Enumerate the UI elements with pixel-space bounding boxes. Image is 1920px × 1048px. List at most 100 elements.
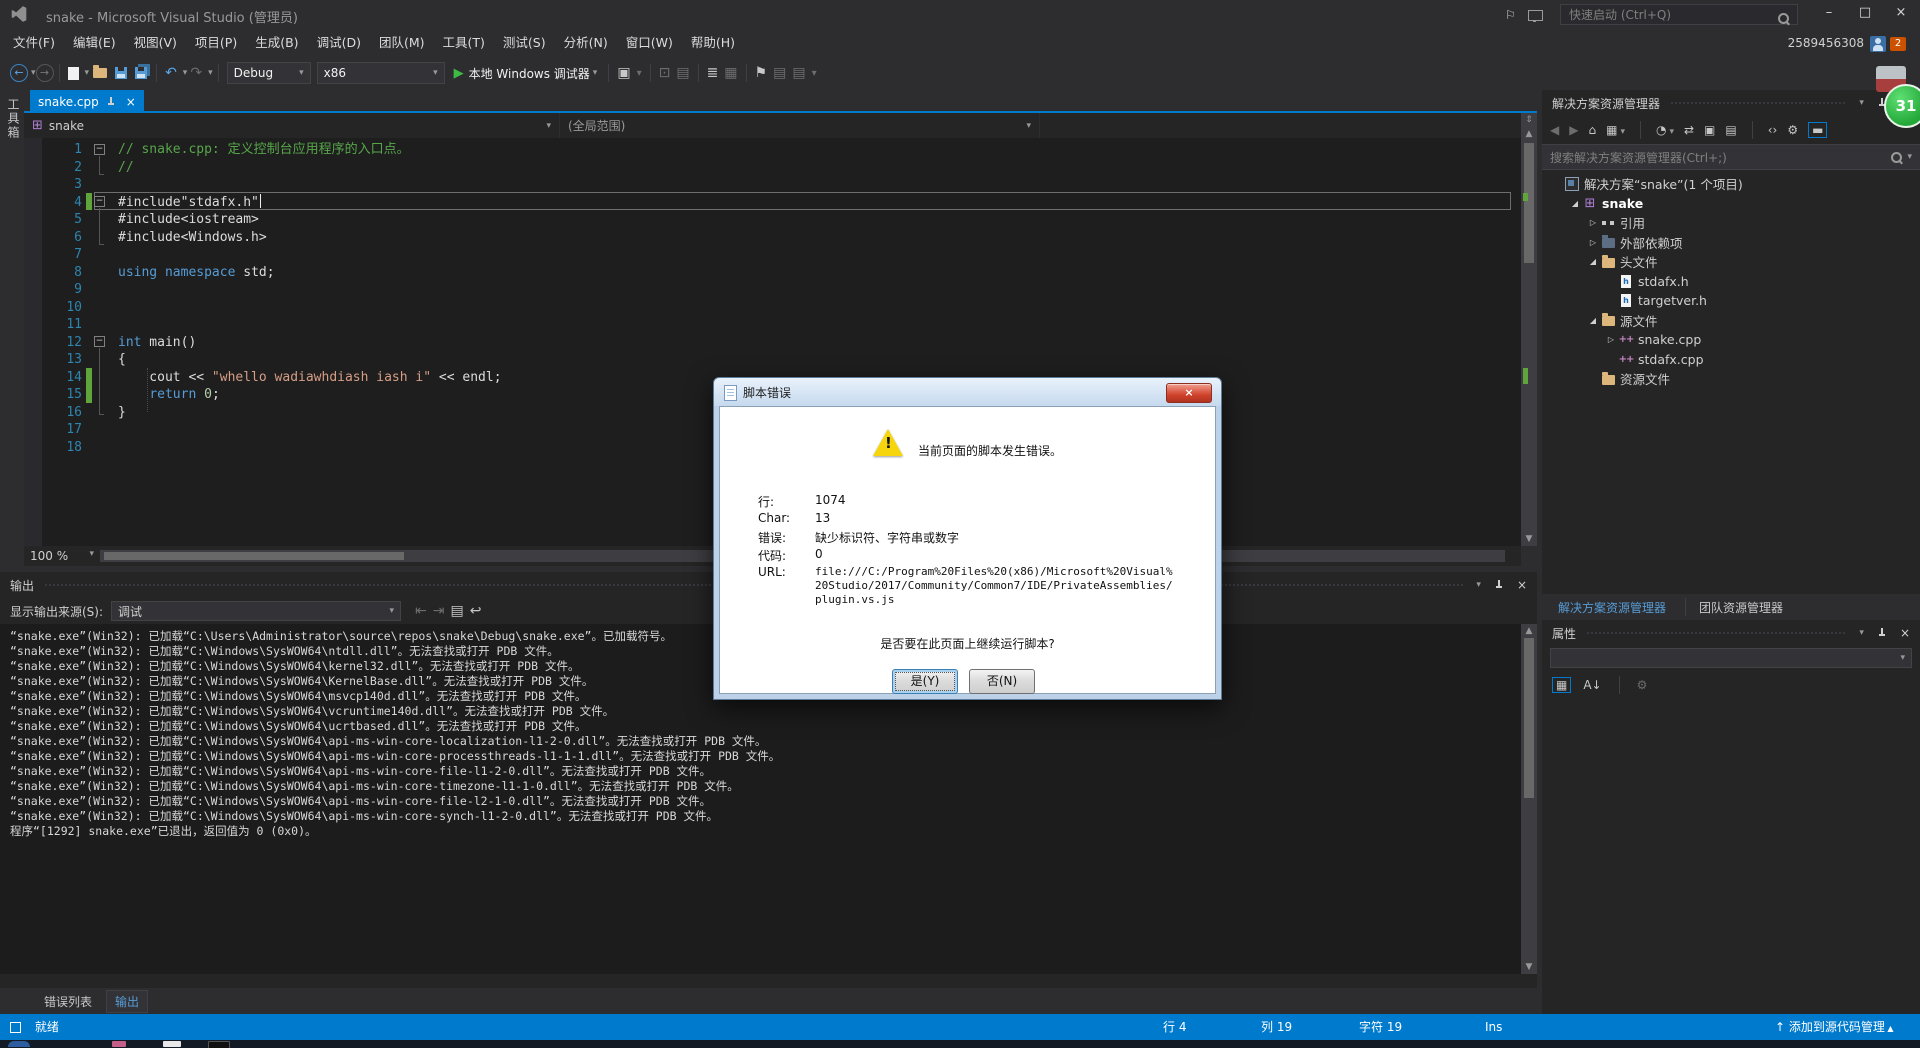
sync-with-active-document-icon[interactable]: ⇄ (1684, 123, 1694, 137)
line-number[interactable]: 5 (24, 211, 82, 229)
scroll-up-icon[interactable]: ▲ (1521, 129, 1537, 139)
expander-icon[interactable]: ▷ (1586, 238, 1600, 247)
line-number[interactable]: 15 (24, 386, 82, 404)
scrollbar-thumb[interactable] (1524, 143, 1534, 263)
toolbar-extra-dropdown-icon[interactable]: ▾ (637, 68, 642, 79)
window-position-dropdown-icon[interactable]: ▾ (1476, 580, 1481, 590)
pin-tab-icon[interactable] (107, 96, 115, 107)
pin-panel-icon[interactable] (1495, 580, 1503, 590)
expander-icon[interactable]: ◢ (1568, 199, 1582, 208)
bookmark-icon[interactable]: ⚑ (755, 65, 768, 81)
nav-scope-combo[interactable]: (全局范围) ▾ (560, 113, 1040, 138)
menu-item[interactable]: 窗口(W) (617, 30, 682, 56)
expander-icon[interactable]: ▷ (1586, 218, 1600, 227)
line-number[interactable]: 7 (24, 246, 82, 264)
navigate-back-dropdown-icon[interactable]: ▾ (31, 68, 36, 78)
output-vertical-scrollbar[interactable]: ▲ ▼ (1521, 624, 1537, 974)
menu-item[interactable]: 生成(B) (246, 30, 307, 56)
navigate-forward-icon[interactable]: → (35, 64, 54, 82)
solution-explorer-search[interactable]: 搜索解决方案资源管理器(Ctrl+;) ▾ (1542, 144, 1920, 170)
save-icon[interactable] (115, 67, 128, 79)
next-message-icon[interactable]: ⇥ (433, 603, 445, 619)
output-source-combo[interactable]: 调试 ▾ (111, 601, 402, 621)
menu-item[interactable]: 编辑(E) (64, 30, 125, 56)
line-number[interactable]: 4 (24, 194, 82, 212)
collapse-all-icon[interactable]: ▣ (1704, 123, 1715, 137)
prev-message-icon[interactable]: ⇤ (415, 603, 427, 619)
menu-item[interactable]: 文件(F) (4, 30, 64, 56)
alphabetical-sort-icon[interactable]: A↓ (1583, 678, 1601, 692)
tab-team-explorer[interactable]: 团队资源管理器 (1691, 597, 1791, 618)
editor-vertical-scrollbar[interactable]: ⇕ ▲ ▼ (1521, 113, 1537, 546)
solution-configurations-combo[interactable]: Debug ▾ (226, 62, 311, 84)
tree-item[interactable]: ▷ 外部依赖项 (1542, 233, 1920, 253)
line-indent-icon[interactable]: ≣ (707, 65, 719, 81)
expander-icon[interactable]: ◢ (1586, 316, 1600, 325)
preview-selected-items-icon[interactable]: ▬ (1808, 122, 1828, 138)
menu-item[interactable]: 视图(V) (125, 30, 186, 56)
close-button[interactable]: × (1884, 0, 1918, 26)
properties-object-combo[interactable]: ▾ (1550, 648, 1912, 668)
tree-item[interactable]: 资源文件 (1542, 369, 1920, 389)
tab-output[interactable]: 输出 (106, 989, 149, 1013)
line-number[interactable]: 18 (24, 439, 82, 457)
add-to-source-control[interactable]: ↑ 添加到源代码管理 ▲ (1775, 1014, 1894, 1042)
solution-platforms-combo[interactable]: x86 ▾ (316, 62, 445, 84)
close-panel-icon[interactable]: × (1900, 626, 1910, 640)
line-number[interactable]: 10 (24, 299, 82, 317)
dialog-close-button[interactable]: × (1166, 383, 1212, 403)
breakpoints-window-icon[interactable]: ▤ (676, 65, 689, 81)
notification-badge[interactable]: 2 (1890, 36, 1906, 51)
tree-item[interactable]: h stdafx.h (1542, 272, 1920, 292)
categorized-icon[interactable]: ▦ (1552, 677, 1572, 693)
line-number[interactable]: 14 (24, 369, 82, 387)
expander-icon[interactable]: ◢ (1586, 257, 1600, 266)
pin-panel-icon[interactable] (1878, 628, 1886, 638)
menu-item[interactable]: 分析(N) (555, 30, 617, 56)
redo-dropdown-icon[interactable]: ▾ (208, 68, 213, 78)
properties-header[interactable]: 属性 ▾ × (1542, 620, 1920, 646)
bookmark-prev-icon[interactable]: ▤ (773, 65, 786, 81)
comment-icon[interactable]: ▦ (724, 65, 737, 81)
scroll-up-icon[interactable]: ▲ (1521, 626, 1537, 636)
menu-item[interactable]: 帮助(H) (682, 30, 744, 56)
nav-project-combo[interactable]: ⊞ snake ▾ (24, 113, 560, 138)
line-number[interactable]: 9 (24, 281, 82, 299)
line-number[interactable]: 12 (24, 334, 82, 352)
fold-marker-line1[interactable]: − (94, 144, 105, 155)
tree-item[interactable]: h targetver.h (1542, 291, 1920, 311)
toolbox-vertical-tab[interactable]: 工具箱 (0, 90, 24, 572)
back-icon[interactable]: ◀ (1550, 123, 1559, 137)
step-commands-icon[interactable]: ⊡ (659, 65, 671, 81)
menu-item[interactable]: 团队(M) (370, 30, 434, 56)
window-position-dropdown-icon[interactable]: ▾ (1859, 98, 1864, 108)
quick-launch-input[interactable]: 快速启动 (Ctrl+Q) (1560, 4, 1798, 25)
fold-marker-line4[interactable]: − (94, 196, 105, 207)
scroll-down-icon[interactable]: ▼ (1521, 962, 1537, 972)
avatar[interactable] (1870, 35, 1886, 52)
tree-item[interactable]: ◢ 头文件 (1542, 252, 1920, 272)
line-number[interactable]: 2 (24, 159, 82, 177)
feedback-flag-icon[interactable]: ⚐ (1505, 8, 1516, 22)
zoom-level-combo[interactable]: 100 % ▾ (24, 549, 100, 563)
dialog-title-bar[interactable]: 脚本错误 (724, 384, 791, 401)
bookmark-next-icon[interactable]: ▤ (792, 65, 805, 81)
start-orb-sliver[interactable] (8, 1041, 30, 1047)
line-number[interactable]: 16 (24, 404, 82, 422)
line-number[interactable]: 1 (24, 141, 82, 159)
tab-snake-cpp[interactable]: snake.cpp × (30, 90, 144, 113)
word-wrap-icon[interactable]: ↩ (470, 603, 482, 619)
forward-icon[interactable]: ▶ (1569, 123, 1578, 137)
expander-icon[interactable]: ▷ (1604, 335, 1618, 344)
pending-changes-filter-icon[interactable]: ◔ ▾ (1656, 123, 1674, 137)
line-number[interactable]: 6 (24, 229, 82, 247)
line-number[interactable]: 13 (24, 351, 82, 369)
user-account-area[interactable]: 2589456308 2 (1788, 30, 1906, 56)
redo-icon[interactable]: ↷ (190, 65, 202, 81)
line-number[interactable]: 11 (24, 316, 82, 334)
property-pages-icon[interactable]: ⚙ (1637, 678, 1648, 692)
line-number[interactable]: 17 (24, 421, 82, 439)
clear-all-icon[interactable]: ▤ (451, 603, 464, 619)
solution-explorer-header[interactable]: 解决方案资源管理器 ▾ × (1542, 90, 1920, 116)
recorder-count-badge[interactable]: 31 (1884, 84, 1920, 128)
